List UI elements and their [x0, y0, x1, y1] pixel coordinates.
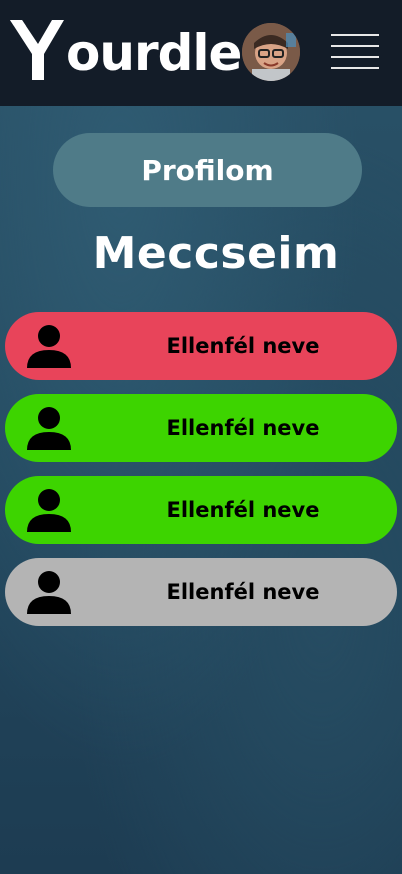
opponent-name: Ellenfél neve [166, 498, 320, 522]
menu-line-icon [331, 56, 379, 58]
person-icon [27, 325, 71, 368]
page-title: Meccseim [92, 228, 340, 279]
hamburger-menu-button[interactable] [331, 32, 379, 72]
match-row[interactable]: Ellenfél neve [5, 476, 397, 544]
opponent-name: Ellenfél neve [166, 334, 320, 358]
profile-button[interactable]: Profilom [53, 133, 362, 207]
yourdle-logo[interactable]: ourdle [8, 14, 242, 84]
opponent-name: Ellenfél neve [166, 416, 320, 440]
avatar-photo-icon [242, 23, 300, 81]
menu-line-icon [331, 45, 379, 47]
match-row[interactable]: Ellenfél neve [5, 312, 397, 380]
match-row[interactable]: Ellenfél neve [5, 394, 397, 462]
user-avatar[interactable] [242, 23, 300, 81]
app-header: ourdle [0, 0, 402, 106]
menu-line-icon [331, 67, 379, 69]
person-icon [27, 489, 71, 532]
menu-line-icon [331, 34, 379, 36]
opponent-name: Ellenfél neve [166, 580, 320, 604]
person-icon [27, 571, 71, 614]
logo-y-mark [10, 20, 64, 80]
match-row[interactable]: Ellenfél neve [5, 558, 397, 626]
person-icon [27, 407, 71, 450]
logo-text: ourdle [66, 24, 242, 82]
